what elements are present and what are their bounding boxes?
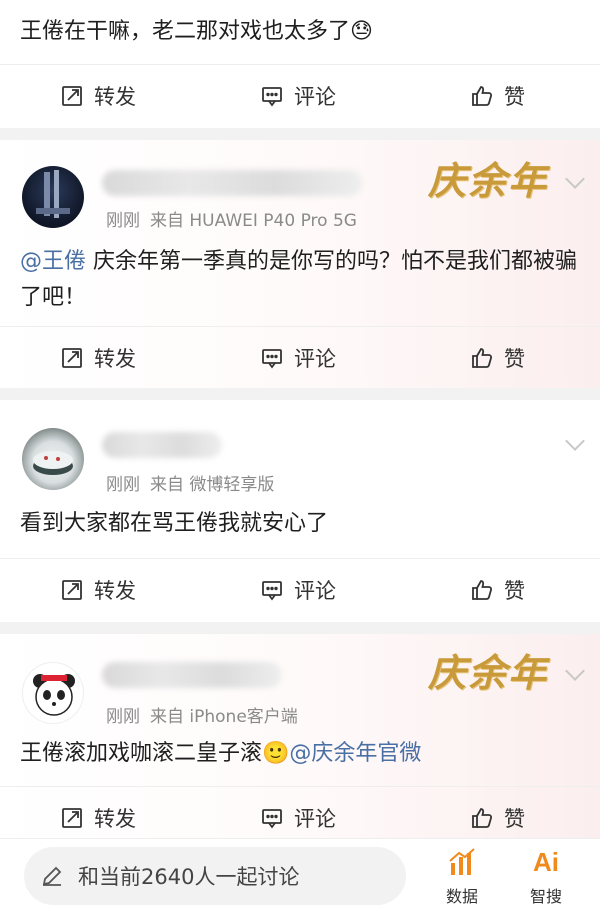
comment-icon (262, 809, 282, 829)
data-chart-icon (449, 848, 475, 875)
chevron-down-icon[interactable] (565, 431, 585, 451)
comment-button[interactable]: 评论 (260, 65, 336, 127)
thumbs-up-icon (472, 348, 493, 368)
forward-icon (62, 348, 82, 368)
ai-icon: Ai (533, 847, 559, 877)
post-actions: 转发 评论 赞 (0, 326, 600, 388)
like-button[interactable]: 赞 (470, 65, 525, 127)
avatar-cake-icon (33, 451, 73, 475)
avatar[interactable] (22, 662, 84, 724)
post-header: 刚刚 来自 微博轻享版 (0, 400, 600, 500)
avatar-panda-icon (33, 674, 75, 716)
comment-button[interactable]: 评论 (260, 787, 336, 838)
emoji: 😓 (350, 19, 373, 44)
post-meta: 刚刚 来自 iPhone客户端 (106, 707, 298, 727)
post-meta: 刚刚 来自 HUAWEI P40 Pro 5G (106, 211, 357, 231)
post-actions: 转发 评论 赞 (0, 786, 600, 838)
comment-button[interactable]: 评论 (260, 559, 336, 621)
post-header: 刚刚 来自 iPhone客户端 庆余年 (0, 634, 600, 734)
forward-button[interactable]: 转发 (60, 65, 136, 127)
comment-icon (262, 349, 282, 369)
username-blurred[interactable] (102, 662, 282, 688)
avatar[interactable] (22, 428, 84, 490)
post-card: 刚刚 来自 iPhone客户端 庆余年 王倦滚加戏咖滚二皇子滚🙂@庆余年官微 转发… (0, 634, 600, 838)
post-text: @王倦 庆余年第一季真的是你写的吗？怕不是我们都被骗了吧！ (20, 249, 578, 310)
mention-link[interactable]: @庆余年官微 (289, 741, 421, 766)
post-header: 刚刚 来自 HUAWEI P40 Pro 5G 庆余年 (0, 140, 600, 240)
emoji: 🙂 (262, 741, 290, 766)
ai-search-button[interactable]: Ai 智搜 (516, 845, 576, 907)
post-text: 看到大家都在骂王倦我就安心了 (20, 511, 329, 536)
forward-icon (62, 580, 82, 600)
post-actions: 转发 评论 赞 (0, 558, 600, 620)
forward-icon (62, 86, 82, 106)
avatar-figure-icon (36, 170, 70, 218)
brand-logo: 庆余年 (427, 650, 548, 695)
post-actions: 转发 评论 赞 (0, 64, 600, 126)
discussion-input[interactable]: 和当前2640人一起讨论 (24, 847, 406, 905)
pencil-icon (42, 866, 62, 886)
mention-link[interactable]: @王倦 (20, 249, 86, 274)
chevron-down-icon[interactable] (565, 169, 585, 189)
post-card: 刚刚 来自 HUAWEI P40 Pro 5G 庆余年 @王倦 庆余年第一季真的是… (0, 140, 600, 388)
username-blurred[interactable] (102, 432, 222, 458)
thumbs-up-icon (472, 86, 493, 106)
post-card: 王倦在干嘛，老二那对戏也太多了😓 转发 评论 赞 (0, 0, 600, 128)
discussion-input-placeholder: 和当前2640人一起讨论 (78, 865, 300, 889)
post-card: 刚刚 来自 微博轻享版 看到大家都在骂王倦我就安心了 转发 评论 赞 (0, 400, 600, 622)
post-text: 王倦滚加戏咖滚二皇子滚🙂@庆余年官微 (20, 741, 422, 766)
comment-icon (262, 581, 282, 601)
comment-button[interactable]: 评论 (260, 327, 336, 388)
bottom-bar: 和当前2640人一起讨论 数据 Ai 智搜 (0, 838, 600, 914)
post-text: 王倦在干嘛，老二那对戏也太多了😓 (20, 19, 373, 44)
forward-icon (62, 808, 82, 828)
like-button[interactable]: 赞 (470, 559, 525, 621)
forward-button[interactable]: 转发 (60, 327, 136, 388)
data-button[interactable]: 数据 (432, 845, 492, 907)
like-button[interactable]: 赞 (470, 327, 525, 388)
username-blurred[interactable] (102, 170, 362, 196)
brand-logo: 庆余年 (427, 158, 548, 203)
forward-button[interactable]: 转发 (60, 787, 136, 838)
thumbs-up-icon (472, 808, 493, 828)
comment-icon (262, 87, 282, 107)
thumbs-up-icon (472, 580, 493, 600)
avatar[interactable] (22, 166, 84, 228)
forward-button[interactable]: 转发 (60, 559, 136, 621)
post-meta: 刚刚 来自 微博轻享版 (106, 475, 275, 495)
like-button[interactable]: 赞 (470, 787, 525, 838)
chevron-down-icon[interactable] (565, 661, 585, 681)
